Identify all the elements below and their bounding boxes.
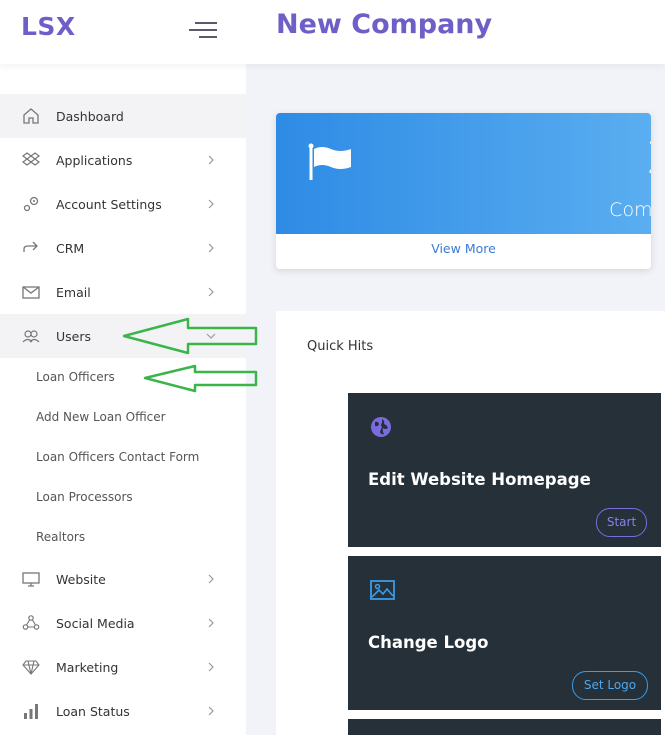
sidebar-subitem-label: Loan Processors <box>36 490 133 504</box>
chevron-right-icon <box>208 574 214 584</box>
sidebar-item-crm[interactable]: CRM <box>0 226 246 270</box>
sidebar-subitem-label: Loan Officers Contact Form <box>36 450 200 464</box>
view-more-link[interactable]: View More <box>276 241 651 256</box>
sidebar-item-social-media[interactable]: Social Media <box>0 601 246 645</box>
quick-hits-panel: Quick Hits Edit Website Homepage Start C… <box>276 311 665 735</box>
sidebar-item-label: Applications <box>56 152 133 168</box>
monitor-icon <box>22 572 40 587</box>
sidebar-item-account-settings[interactable]: Account Settings <box>0 182 246 226</box>
quick-hit-tile: Edit Website Homepage Start <box>348 393 661 547</box>
users-icon <box>22 330 40 343</box>
envelope-icon <box>22 286 40 299</box>
globe-icon <box>371 417 391 437</box>
sidebar: Dashboard Applications Account Settings … <box>0 64 246 735</box>
sidebar-item-marketing[interactable]: Marketing <box>0 645 246 689</box>
chevron-right-icon <box>208 662 214 672</box>
sidebar-item-label: Account Settings <box>56 196 162 212</box>
chevron-right-icon <box>208 706 214 716</box>
network-icon <box>22 615 40 630</box>
sidebar-item-label: Email <box>56 284 91 300</box>
menu-toggle-icon[interactable] <box>189 20 217 40</box>
sidebar-item-applications[interactable]: Applications <box>0 138 246 182</box>
chevron-right-icon <box>208 287 214 297</box>
sidebar-item-dashboard[interactable]: Dashboard <box>0 94 246 138</box>
sidebar-subitem-loan-processors[interactable]: Loan Processors <box>0 477 246 517</box>
gears-icon <box>23 196 39 212</box>
sidebar-item-label: Website <box>56 571 106 587</box>
sidebar-item-label: Users <box>56 328 92 344</box>
stat-label: Completed <box>609 199 651 221</box>
chevron-right-icon <box>208 155 214 165</box>
diamond-icon <box>22 660 40 675</box>
page-title: New Company <box>276 9 493 40</box>
chevron-right-icon <box>208 618 214 628</box>
dropbox-icon <box>22 152 40 166</box>
bar-chart-icon <box>24 704 38 719</box>
annotation-arrow <box>122 317 258 355</box>
sidebar-subitem-loan-officers-contact-form[interactable]: Loan Officers Contact Form <box>0 437 246 477</box>
sidebar-item-website[interactable]: Website <box>0 557 246 601</box>
completed-stat-card: 2 Completed View More <box>276 113 651 269</box>
image-icon <box>370 580 395 600</box>
quick-hit-tile: Change Logo Set Logo <box>348 556 661 710</box>
sidebar-subitem-realtors[interactable]: Realtors <box>0 517 246 557</box>
sidebar-item-label: Social Media <box>56 615 135 631</box>
set-logo-button[interactable]: Set Logo <box>572 671 648 700</box>
quick-hit-tile <box>348 719 661 735</box>
sidebar-subitem-label: Realtors <box>36 530 86 544</box>
brand-logo[interactable]: LSX <box>21 12 76 41</box>
sidebar-subitem-add-new-loan-officer[interactable]: Add New Loan Officer <box>0 397 246 437</box>
top-bar: LSX New Company <box>0 0 665 64</box>
stat-count: 2 <box>276 130 651 184</box>
tile-title: Edit Website Homepage <box>368 470 591 489</box>
sidebar-item-email[interactable]: Email <box>0 270 246 314</box>
quick-hits-title: Quick Hits <box>307 339 374 354</box>
chevron-right-icon <box>208 199 214 209</box>
annotation-arrow <box>143 364 258 393</box>
tile-title: Change Logo <box>368 633 489 652</box>
sidebar-subitem-label: Loan Officers <box>36 370 115 384</box>
start-button[interactable]: Start <box>596 508 647 537</box>
sidebar-item-label: Marketing <box>56 659 119 675</box>
sidebar-subitem-label: Add New Loan Officer <box>36 410 166 424</box>
sidebar-item-loan-status[interactable]: Loan Status <box>0 689 246 733</box>
chevron-right-icon <box>208 243 214 253</box>
home-icon <box>23 108 39 124</box>
share-arrow-icon <box>23 241 38 252</box>
sidebar-item-label: Dashboard <box>56 108 124 124</box>
sidebar-item-label: CRM <box>56 240 85 256</box>
sidebar-item-label: Loan Status <box>56 703 130 719</box>
